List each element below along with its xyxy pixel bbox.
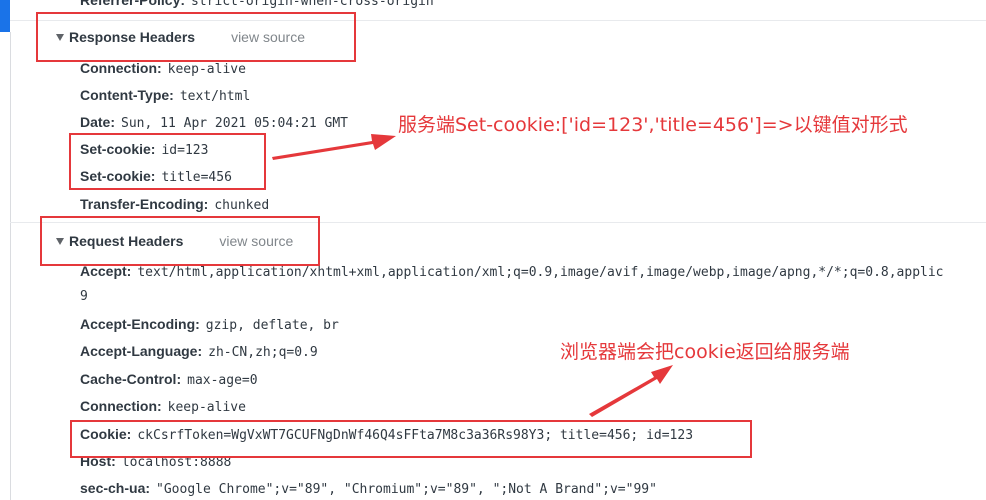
browser-cookie-annotation: 浏览器端会把cookie返回给服务端 (560, 341, 850, 363)
arrow-to-server-note (272, 134, 396, 160)
server-set-cookie-annotation: 服务端Set-cookie:['id=123','title=456']=>以键… (398, 114, 908, 136)
annotation-arrows (272, 134, 673, 417)
arrow-to-browser-note (589, 365, 673, 417)
